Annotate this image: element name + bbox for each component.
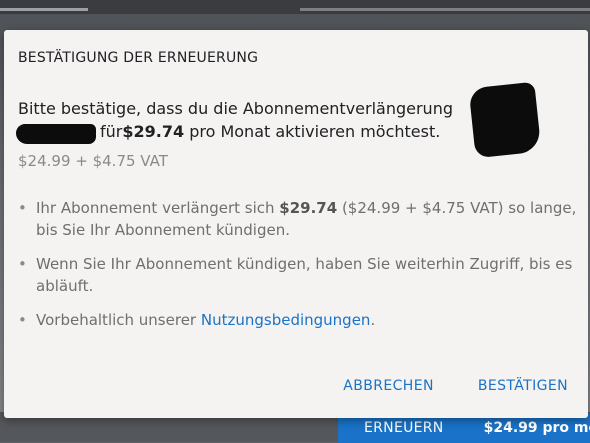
bullet-icon: • [18, 199, 27, 217]
list-item: • Ihr Abonnement verlängert sich $29.74 … [14, 197, 579, 241]
list-item: • Vorbehaltlich unserer Nutzungsbedingun… [14, 309, 579, 331]
redaction-mark [16, 124, 96, 144]
terms-list: • Ihr Abonnement verlängert sich $29.74 … [14, 197, 579, 343]
redaction-mark [468, 81, 542, 159]
cancel-button[interactable]: ABBRECHEN [343, 378, 434, 394]
dialog-title: BESTÄTIGUNG DER ERNEUERUNG [18, 50, 259, 66]
bullet-text: Vorbehaltlich unserer [36, 311, 201, 329]
confirm-button[interactable]: BESTÄTIGEN [478, 378, 568, 394]
background-bar-segment [0, 8, 88, 11]
bullet-icon: • [18, 255, 27, 273]
terms-link[interactable]: Nutzungsbedingungen [201, 311, 371, 329]
message-price: $29.74 [122, 122, 185, 141]
background-bar-segment [300, 8, 590, 11]
dialog-actions: ABBRECHEN BESTÄTIGEN [343, 378, 568, 394]
bullet-price: $29.74 [279, 199, 338, 217]
bullet-text: Ihr Abonnement verlängert sich [36, 199, 280, 217]
renewal-confirmation-dialog: BESTÄTIGUNG DER ERNEUERUNG Bitte bestäti… [4, 30, 588, 418]
list-item: • Wenn Sie Ihr Abonnement kündigen, habe… [14, 253, 579, 297]
renew-button[interactable]: ERNEUERN [364, 420, 444, 436]
bullet-text: . [370, 311, 376, 329]
message-text: Bitte bestätige, dass du die Abonnementv… [18, 99, 453, 118]
renew-price: $24.99 pro mo [483, 420, 590, 436]
message-prefix: für [100, 122, 123, 141]
message-suffix: pro Monat aktivieren möchtest. [184, 122, 441, 141]
bullet-icon: • [18, 311, 27, 329]
background-top-bar [0, 0, 590, 14]
bullet-text: Wenn Sie Ihr Abonnement kündigen, haben … [36, 255, 573, 295]
price-breakdown: $24.99 + $4.75 VAT [18, 152, 168, 170]
